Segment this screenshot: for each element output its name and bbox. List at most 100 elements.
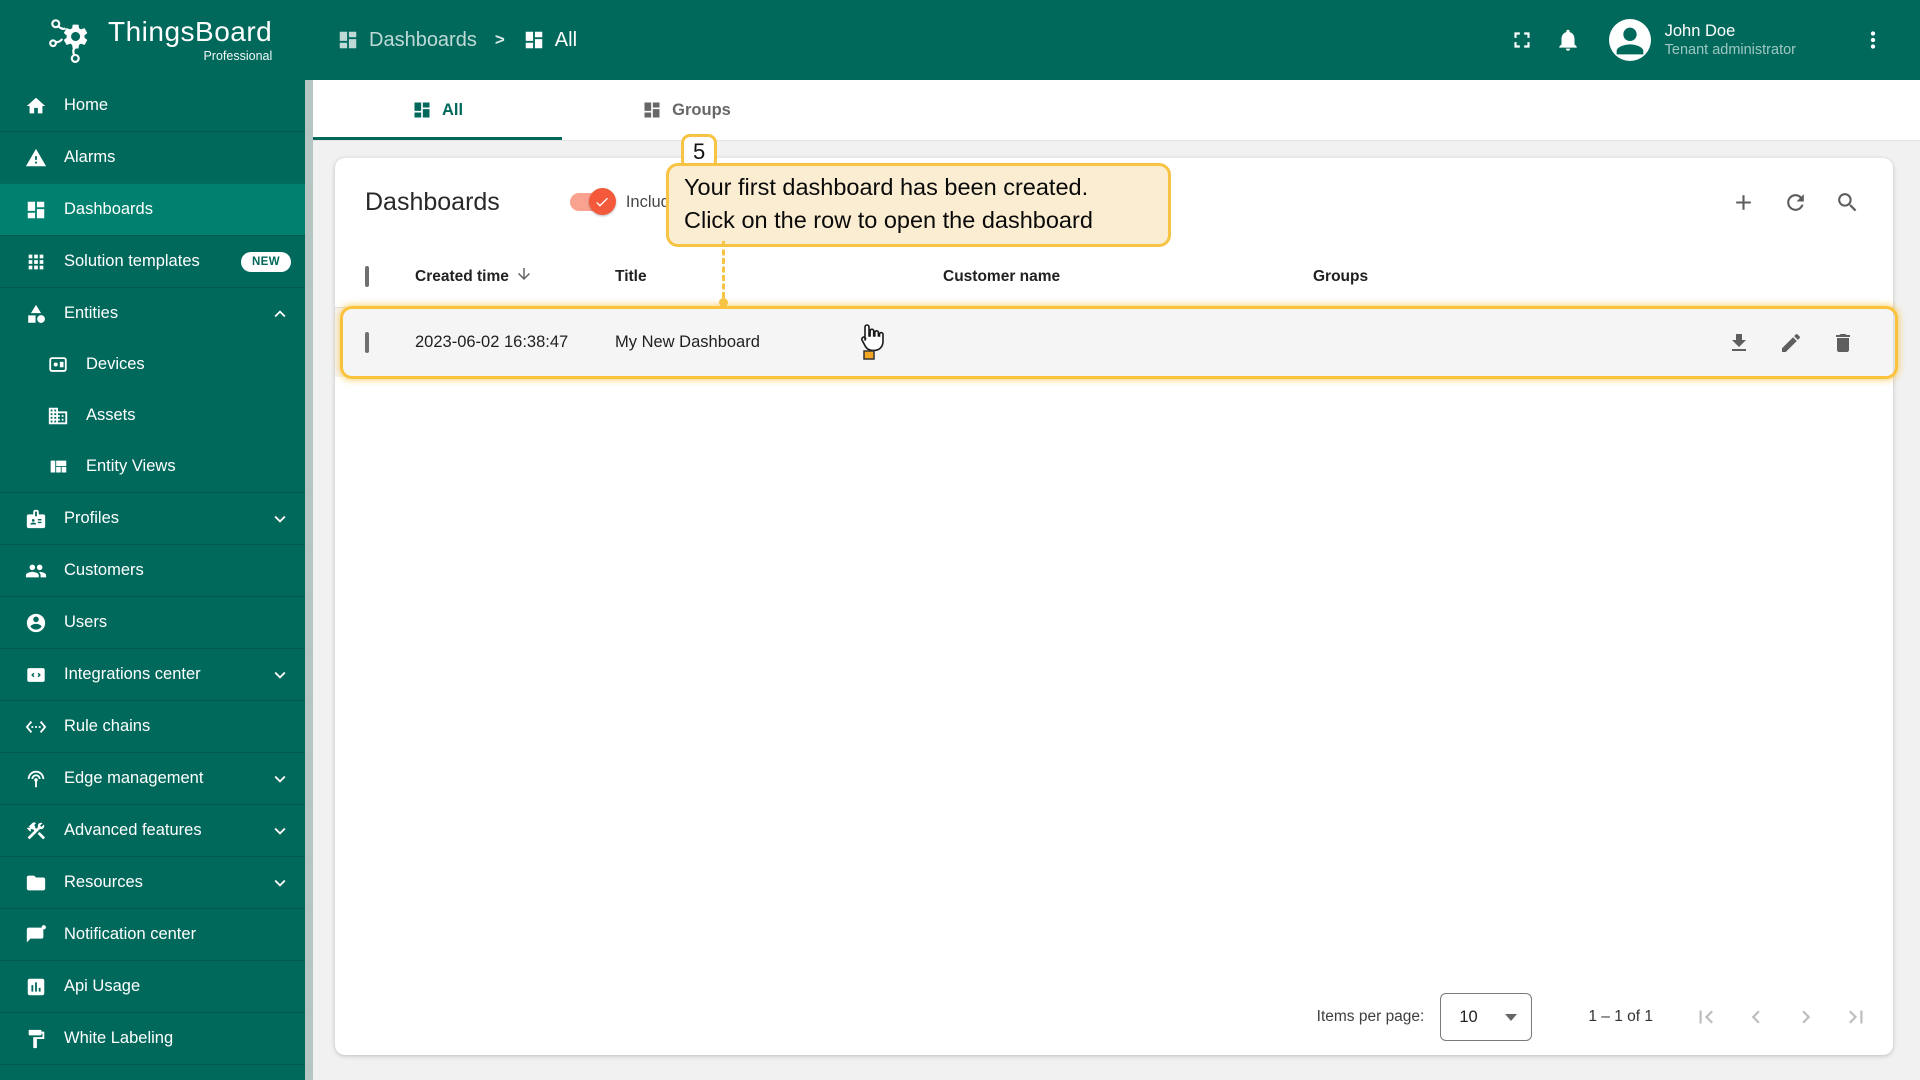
avatar[interactable] (1608, 19, 1651, 61)
sidebar-item-notification-center[interactable]: Notification center (0, 908, 305, 960)
dashboard-table-row[interactable]: 2023-06-02 16:38:47 My New Dashboard (335, 308, 1893, 377)
tools-icon (24, 819, 48, 843)
dashboard-icon (525, 31, 543, 49)
tab-all[interactable]: All (313, 80, 562, 140)
chevron-down-icon (1505, 1013, 1518, 1021)
first-page-icon (1699, 1010, 1713, 1024)
thingsboard-app: ThingsBoard Professional Home Alarms Das… (0, 0, 1920, 1080)
search-button[interactable] (1821, 179, 1873, 225)
add-icon (1735, 194, 1751, 210)
chevron-down-icon (269, 664, 291, 686)
sidebar-item-devices[interactable]: Devices (0, 339, 305, 390)
sidebar-item-customers[interactable]: Customers (0, 544, 305, 596)
next-page-button[interactable] (1781, 993, 1831, 1041)
person-icon (1616, 27, 1643, 55)
sidebar: ThingsBoard Professional Home Alarms Das… (0, 0, 313, 1080)
fullscreen-button[interactable] (1499, 17, 1545, 63)
chevron-down-icon (269, 768, 291, 790)
notifications-bell-icon (1558, 29, 1577, 51)
include-toggle-label: Include (625, 192, 680, 211)
chevron-right-icon (1802, 1010, 1811, 1024)
breadcrumb-all[interactable]: All (523, 29, 577, 52)
edit-pencil-icon (1782, 333, 1801, 352)
search-icon (1837, 192, 1856, 211)
add-dashboard-button[interactable] (1717, 179, 1769, 225)
table-header: Created time Title Customer name Groups (335, 246, 1893, 308)
sidebar-item-dashboards[interactable]: Dashboards (0, 183, 305, 235)
sidebar-item-home[interactable]: Home (0, 80, 305, 131)
card-toolbar: Dashboards Include (335, 158, 1893, 246)
row-checkbox[interactable] (365, 331, 369, 353)
column-title[interactable]: Title (615, 268, 943, 286)
dashboard-icon (644, 102, 660, 118)
sidebar-scrollbar[interactable] (305, 80, 313, 1080)
sidebar-item-advanced-features[interactable]: Advanced features (0, 804, 305, 856)
view-quilt-icon (46, 455, 70, 479)
refresh-icon (1786, 193, 1804, 211)
breadcrumb: Dashboards > All (337, 29, 577, 52)
user-menu[interactable]: John Doe Tenant administrator (1665, 21, 1796, 60)
app-name: ThingsBoard (108, 15, 273, 47)
column-groups[interactable]: Groups (1313, 268, 1713, 286)
last-page-button[interactable] (1831, 993, 1881, 1041)
notifications-button[interactable] (1545, 17, 1591, 63)
sidebar-item-entity-views[interactable]: Entity Views (0, 441, 305, 492)
sidebar-item-settings[interactable]: Settings (0, 1064, 305, 1080)
thingsboard-logo-icon (49, 19, 88, 63)
select-all-checkbox[interactable] (365, 265, 369, 287)
sidebar-item-solution-templates[interactable]: Solution templates NEW (0, 235, 305, 287)
column-customer-name[interactable]: Customer name (943, 268, 1313, 286)
paginator: Items per page: 10 1 – 1 of 1 (335, 979, 1893, 1055)
person-circle-icon (24, 611, 48, 635)
sidebar-item-edge-management[interactable]: Edge management (0, 752, 305, 804)
chevron-up-icon (269, 303, 291, 325)
message-dot-icon (24, 923, 48, 947)
column-created-time[interactable]: Created time (415, 265, 615, 288)
building-icon (46, 404, 70, 428)
sidebar-item-entities[interactable]: Entities (0, 287, 305, 339)
sidebar-item-users[interactable]: Users (0, 596, 305, 648)
sidebar-item-rule-chains[interactable]: Rule chains (0, 700, 305, 752)
user-name: John Doe (1664, 21, 1736, 40)
chevron-down-icon (269, 820, 291, 842)
items-per-page-label: Items per page: (1316, 1008, 1425, 1025)
sidebar-item-alarms[interactable]: Alarms (0, 131, 305, 183)
dashboard-icon (414, 102, 430, 118)
export-dashboard-button[interactable] (1713, 320, 1765, 366)
page-size-select[interactable]: 10 (1440, 993, 1533, 1041)
new-badge: NEW (240, 251, 291, 272)
delete-dashboard-button[interactable] (1817, 320, 1869, 366)
topbar-actions: John Doe Tenant administrator (1499, 17, 1896, 63)
app-logo[interactable]: ThingsBoard Professional (0, 0, 313, 80)
category-icon (24, 302, 48, 326)
tab-groups[interactable]: Groups (562, 80, 811, 140)
breadcrumb-dashboards[interactable]: Dashboards (337, 29, 477, 52)
last-page-icon (1849, 1010, 1863, 1024)
antenna-icon (24, 767, 48, 791)
dashboard-icon (24, 198, 48, 222)
sidebar-item-profiles[interactable]: Profiles (0, 492, 305, 544)
ethernet-icon (24, 715, 48, 739)
badge-id-icon (24, 507, 48, 531)
people-icon (24, 559, 48, 583)
sidebar-item-integrations-center[interactable]: Integrations center (0, 648, 305, 700)
check-icon (596, 197, 609, 207)
sidebar-item-resources[interactable]: Resources (0, 856, 305, 908)
edit-dashboard-button[interactable] (1765, 320, 1817, 366)
first-page-button[interactable] (1681, 993, 1731, 1041)
include-toggle-wrap: Include (569, 188, 680, 215)
chevron-left-icon (1751, 1010, 1760, 1024)
previous-page-button[interactable] (1731, 993, 1781, 1041)
refresh-button[interactable] (1769, 179, 1821, 225)
breadcrumb-separator: > (494, 30, 505, 49)
include-customers-toggle[interactable] (569, 188, 616, 215)
home-icon (24, 94, 48, 118)
topbar: Dashboards > All John Doe Tenant adminis… (313, 0, 1920, 80)
user-role: Tenant administrator (1664, 42, 1796, 59)
more-menu-button[interactable] (1850, 17, 1896, 63)
sidebar-item-white-labeling[interactable]: White Labeling (0, 1012, 305, 1064)
sidebar-item-api-usage[interactable]: Api Usage (0, 960, 305, 1012)
sidebar-item-assets[interactable]: Assets (0, 390, 305, 441)
chevron-down-icon (269, 508, 291, 530)
warning-icon (24, 146, 48, 170)
